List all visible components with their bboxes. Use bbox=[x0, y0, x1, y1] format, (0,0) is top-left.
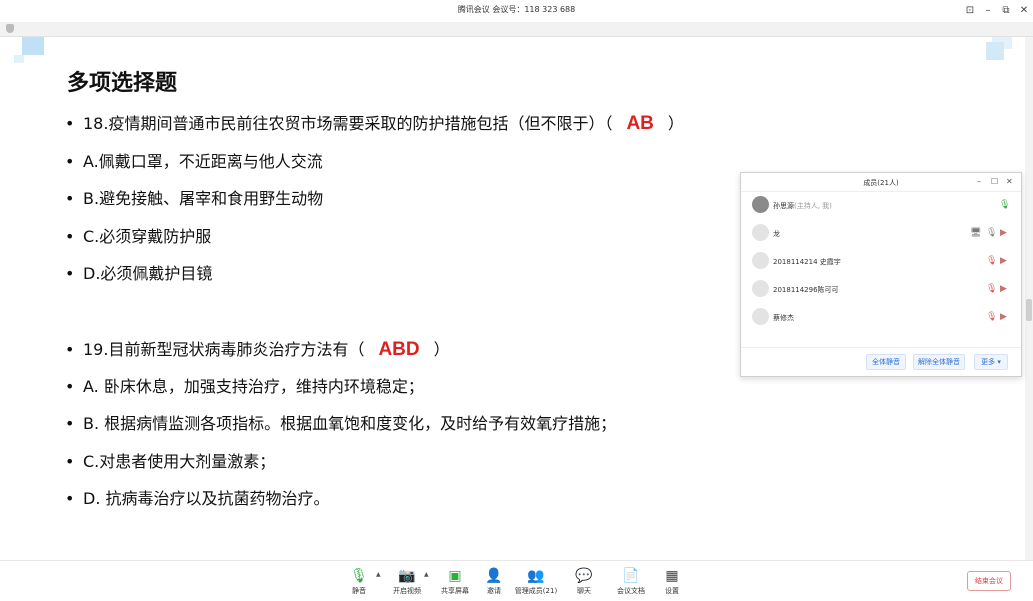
side-panel-collapse-bar[interactable] bbox=[1025, 37, 1033, 560]
option-18-a: • A.佩戴口罩，不近距离与他人交流 bbox=[65, 152, 323, 171]
mute-all-button[interactable]: 全体静音 bbox=[866, 354, 906, 370]
microphone-icon: 🎙 bbox=[350, 568, 368, 584]
option-18-c: • C.必须穿戴防护服 bbox=[65, 227, 212, 246]
screen-share-icon: 🖥 bbox=[970, 228, 982, 238]
chat-icon: 💬 bbox=[575, 568, 593, 584]
option-19-d: • D. 抗病毒治疗以及抗菌药物治疗。 bbox=[65, 489, 330, 508]
minimize-icon[interactable]: – bbox=[977, 177, 981, 186]
slide-title: 多项选择题 bbox=[67, 71, 178, 96]
camera-off-icon: 📷 bbox=[398, 568, 416, 584]
question-19: • 19.目前新型冠状病毒肺炎治疗方法有（ ABD） bbox=[65, 339, 450, 360]
security-shield-icon[interactable] bbox=[6, 24, 14, 33]
microphone-muted-icon[interactable]: 🎙 bbox=[986, 312, 997, 322]
maximize-icon[interactable]: ☐ bbox=[991, 177, 998, 186]
mute-button[interactable]: 🎙 静音 bbox=[337, 567, 381, 596]
question-18-answer: AB bbox=[626, 113, 654, 134]
member-name: 蔡修杰 bbox=[773, 314, 794, 322]
member-name: 2018114214 史霞宇 bbox=[773, 258, 841, 266]
audio-options-chevron-icon[interactable]: ▲ bbox=[376, 571, 381, 578]
camera-off-icon[interactable]: ▶ bbox=[1000, 312, 1007, 322]
members-panel: 成员(21人) – ☐ ✕ 孙思源(主持人, 我) 🎙 龙 🖥 🎙 ▶ 2018… bbox=[740, 172, 1022, 377]
restore-button[interactable]: ⧉ bbox=[998, 3, 1014, 19]
members-panel-header: 成员(21人) – ☐ ✕ bbox=[741, 173, 1021, 192]
decor-square bbox=[22, 37, 44, 55]
add-user-icon: 👤 bbox=[485, 568, 503, 584]
question-19-text: 19.目前新型冠状病毒肺炎治疗方法有（ bbox=[83, 340, 365, 359]
option-19-c: • C.对患者使用大剂量激素； bbox=[65, 452, 276, 471]
member-role: (主持人, 我) bbox=[794, 202, 832, 210]
chat-button[interactable]: 💬 聊天 bbox=[562, 567, 606, 596]
share-screen-button[interactable]: ▣ 共享屏幕 bbox=[433, 567, 477, 596]
member-name: 2018114296陈可可 bbox=[773, 286, 839, 294]
avatar bbox=[752, 224, 769, 241]
microphone-muted-icon[interactable]: 🎙 bbox=[986, 284, 997, 294]
member-row[interactable]: 2018114296陈可可 🎙 ▶ bbox=[741, 275, 1021, 303]
unmute-all-button[interactable]: 解除全体静音 bbox=[913, 354, 965, 370]
avatar bbox=[752, 252, 769, 269]
avatar bbox=[752, 308, 769, 325]
settings-grid-icon: ▦ bbox=[665, 568, 679, 584]
camera-off-icon[interactable]: ▶ bbox=[1000, 256, 1007, 266]
member-row[interactable]: 孙思源(主持人, 我) 🎙 bbox=[741, 191, 1021, 219]
microphone-icon[interactable]: 🎙 bbox=[999, 200, 1010, 210]
avatar bbox=[752, 280, 769, 297]
minimize-button[interactable]: – bbox=[980, 3, 996, 19]
camera-off-icon[interactable]: ▶ bbox=[1000, 228, 1007, 238]
side-panel-toggle[interactable] bbox=[1026, 299, 1032, 321]
window-titlebar: 腾讯会议 会议号：118 323 688 ⊡ – ⧉ ✕ bbox=[0, 0, 1033, 22]
decor-square bbox=[986, 42, 1004, 60]
close-button[interactable]: ✕ bbox=[1016, 3, 1032, 19]
member-row[interactable]: 2018114214 史霞宇 🎙 ▶ bbox=[741, 247, 1021, 275]
microphone-muted-icon[interactable]: 🎙 bbox=[986, 256, 997, 266]
option-18-d: • D.必须佩戴护目镜 bbox=[65, 264, 213, 283]
settings-button[interactable]: ▦ 设置 bbox=[650, 567, 694, 596]
member-row[interactable]: 蔡修杰 🎙 ▶ bbox=[741, 303, 1021, 331]
decor-square bbox=[14, 55, 24, 63]
close-icon[interactable]: ✕ bbox=[1006, 177, 1013, 186]
option-19-b: • B. 根据病情监测各项指标。根据血氧饱和度变化，及时给予有效氧疗措施； bbox=[65, 414, 617, 433]
pin-icon[interactable]: ⊡ bbox=[962, 3, 978, 19]
meeting-toolbar: 🎙 静音 ▲ 📷 开启视频 ▲ ▣ 共享屏幕 👤 邀请 👥 管理成员(21) 💬… bbox=[0, 560, 1033, 601]
question-18-text: 18.疫情期间普通市民前往农贸市场需要采取的防护措施包括（但不限于）（ bbox=[83, 114, 613, 133]
more-button[interactable]: 更多 ▾ bbox=[974, 354, 1008, 370]
question-18: • 18.疫情期间普通市民前往农贸市场需要采取的防护措施包括（但不限于）（ AB） bbox=[65, 113, 684, 134]
option-18-b: • B.避免接触、屠宰和食用野生动物 bbox=[65, 189, 324, 208]
members-icon: 👥 bbox=[527, 568, 545, 584]
camera-off-icon[interactable]: ▶ bbox=[1000, 284, 1007, 294]
option-19-a: • A. 卧床休息，加强支持治疗，维持内环境稳定； bbox=[65, 377, 424, 396]
question-19-answer: ABD bbox=[378, 339, 420, 360]
members-panel-footer: 全体静音 解除全体静音 更多 ▾ bbox=[741, 347, 1021, 376]
avatar bbox=[752, 196, 769, 213]
start-video-button[interactable]: 📷 开启视频 bbox=[385, 567, 429, 596]
member-name: 孙思源 bbox=[773, 202, 794, 210]
member-name: 龙 bbox=[773, 230, 780, 238]
meeting-info-bar bbox=[0, 22, 1033, 37]
video-options-chevron-icon[interactable]: ▲ bbox=[424, 571, 429, 578]
window-title: 腾讯会议 会议号：118 323 688 bbox=[457, 5, 576, 14]
meeting-docs-button[interactable]: 📄 会议文档 bbox=[609, 567, 653, 596]
manage-members-button[interactable]: 👥 管理成员(21) bbox=[514, 567, 558, 596]
document-icon: 📄 bbox=[622, 568, 640, 584]
microphone-icon[interactable]: 🎙 bbox=[986, 228, 997, 238]
invite-button[interactable]: 👤 邀请 bbox=[472, 567, 516, 596]
share-screen-icon: ▣ bbox=[448, 568, 462, 584]
member-row[interactable]: 龙 🖥 🎙 ▶ bbox=[741, 219, 1021, 247]
end-meeting-button[interactable]: 结束会议 bbox=[967, 571, 1011, 591]
